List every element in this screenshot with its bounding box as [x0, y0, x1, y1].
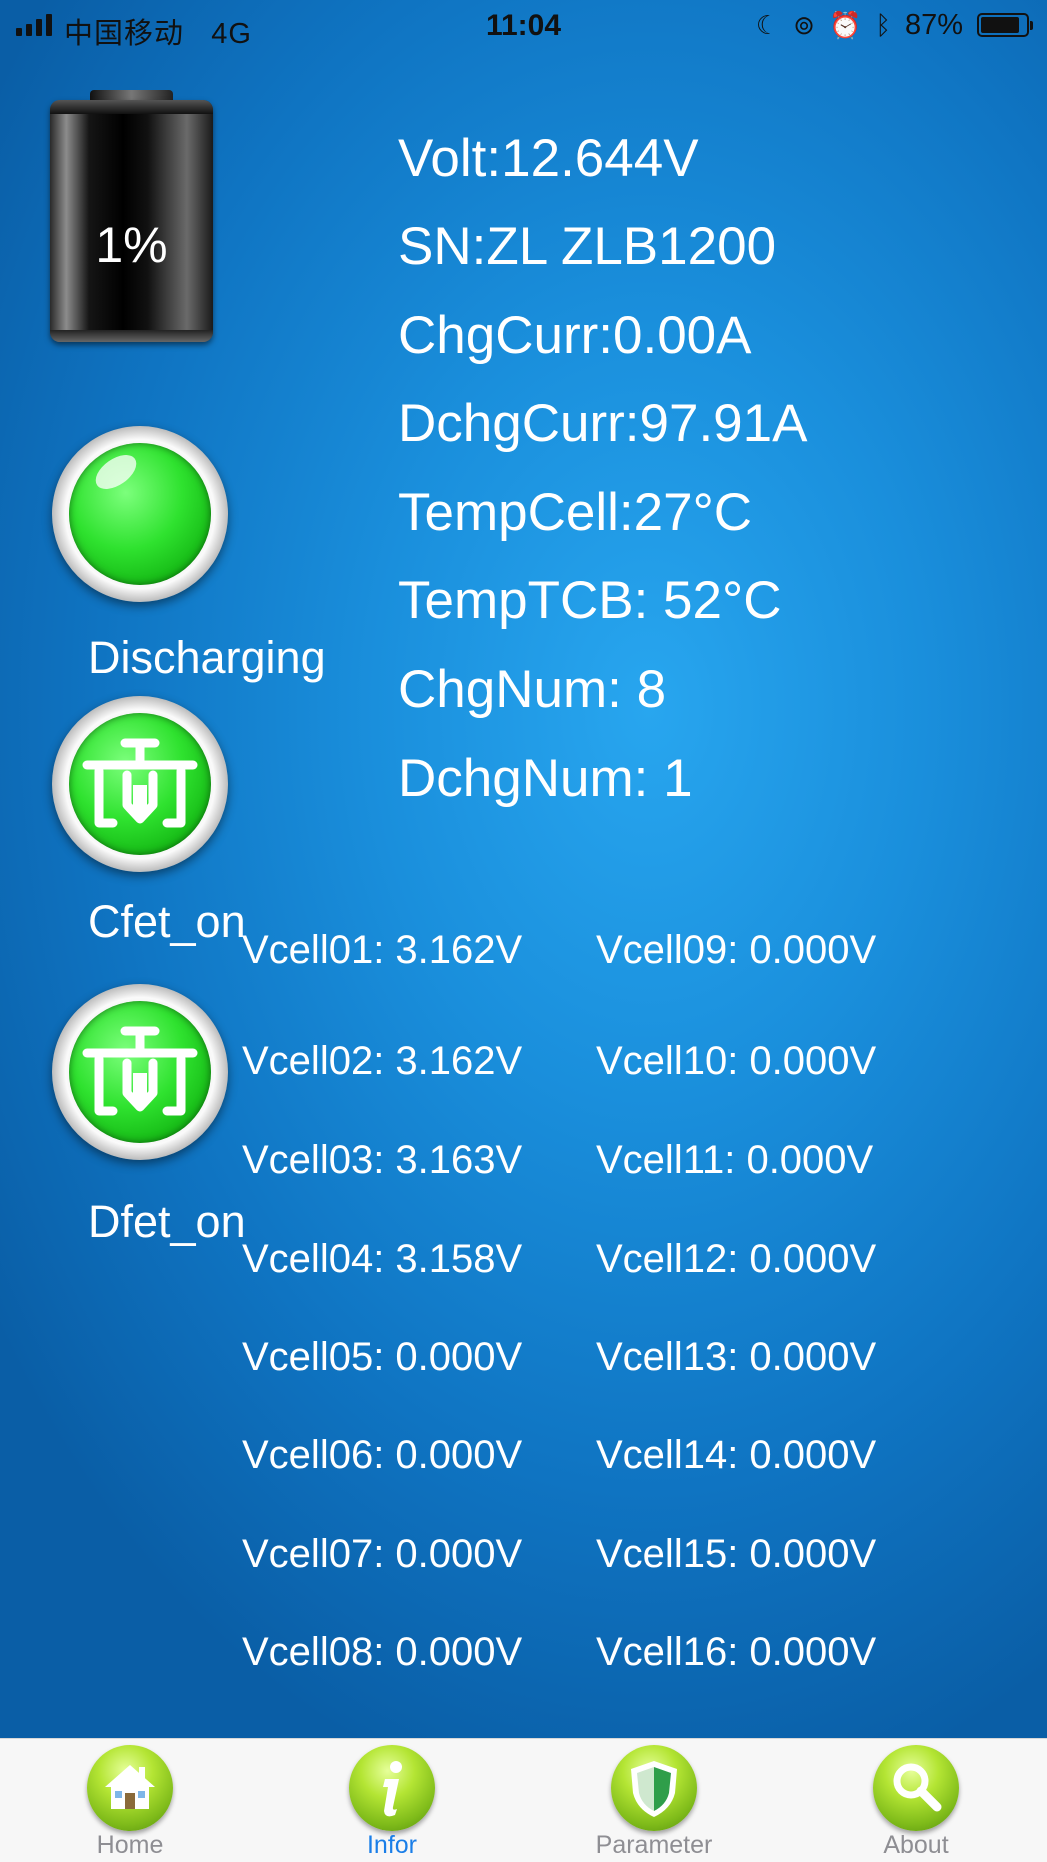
charge-current-value: ChgCurr:0.00A — [398, 306, 752, 365]
status-led-icon — [52, 426, 228, 602]
cell-voltage-item: Vcell14: 0.000V — [596, 1433, 877, 1477]
tab-label: About — [883, 1831, 949, 1859]
cell-voltage-item: Vcell15: 0.000V — [596, 1532, 877, 1576]
orientation-lock-icon: ⊚ — [793, 10, 815, 40]
cell-voltage-item: Vcell06: 0.000V — [242, 1433, 523, 1477]
battery-level-percent: 1% — [95, 217, 168, 273]
tab-label: Infor — [366, 1831, 418, 1859]
cfet-switch-icon — [52, 696, 228, 872]
cell-voltage-item: Vcell13: 0.000V — [596, 1335, 877, 1379]
tab-home[interactable]: Home — [30, 1739, 230, 1862]
discharge-current-value: DchgCurr:97.91A — [398, 394, 808, 453]
cell-voltage-item: Vcell08: 0.000V — [242, 1630, 523, 1674]
tab-bar: Home Infor Parameter About — [0, 1738, 1047, 1862]
discharge-count-value: DchgNum: 1 — [398, 749, 693, 808]
dfet-switch-icon — [52, 984, 228, 1160]
alarm-icon: ⏰ — [828, 10, 862, 40]
volt-value: Volt:12.644V — [398, 129, 699, 188]
cell-voltage-item: Vcell11: 0.000V — [596, 1138, 874, 1182]
serial-number-value: SN:ZL ZLB1200 — [398, 217, 777, 276]
cell-voltage-item: Vcell07: 0.000V — [242, 1532, 523, 1576]
discharge-state-label: Discharging — [88, 632, 326, 683]
status-right: ☾ ⊚ ⏰ ᛒ 87% — [755, 8, 1033, 42]
tab-label: Parameter — [595, 1831, 713, 1859]
app-screen: 中国移动 4G 11:04 ☾ ⊚ ⏰ ᛒ 87% 1% Discharging — [0, 0, 1047, 1862]
cell-temperature-value: TempCell:27°C — [398, 483, 753, 542]
info-icon — [349, 1745, 435, 1831]
cfet-status-label: Cfet_on — [88, 896, 246, 947]
cell-voltage-item: Vcell05: 0.000V — [242, 1335, 523, 1379]
cell-voltage-item: Vcell01: 3.162V — [242, 928, 523, 972]
battery-percent: 87% — [904, 8, 963, 41]
shield-icon — [611, 1745, 697, 1831]
cell-voltage-item: Vcell10: 0.000V — [596, 1039, 877, 1083]
charge-count-value: ChgNum: 8 — [398, 660, 667, 719]
cell-voltage-item: Vcell04: 3.158V — [242, 1237, 523, 1281]
dfet-status-label: Dfet_on — [88, 1196, 246, 1247]
battery-icon — [977, 13, 1033, 37]
home-icon — [87, 1745, 173, 1831]
tab-about[interactable]: About — [816, 1739, 1016, 1862]
battery-level-graphic: 1% — [50, 90, 213, 342]
cell-voltage-item: Vcell02: 3.162V — [242, 1039, 523, 1083]
cell-voltage-item: Vcell12: 0.000V — [596, 1237, 877, 1281]
tab-infor[interactable]: Infor — [292, 1739, 492, 1862]
tcb-temperature-value: TempTCB: 52°C — [398, 571, 782, 630]
bluetooth-icon: ᛒ — [875, 10, 891, 40]
status-bar: 中国移动 4G 11:04 ☾ ⊚ ⏰ ᛒ 87% — [0, 0, 1047, 54]
cell-voltage-item: Vcell03: 3.163V — [242, 1138, 523, 1182]
tab-label: Home — [96, 1831, 164, 1859]
cell-voltage-item: Vcell16: 0.000V — [596, 1630, 877, 1674]
tab-parameter[interactable]: Parameter — [554, 1739, 754, 1862]
do-not-disturb-icon: ☾ — [755, 10, 780, 40]
magnifier-icon — [873, 1745, 959, 1831]
cell-voltage-item: Vcell09: 0.000V — [596, 928, 877, 972]
